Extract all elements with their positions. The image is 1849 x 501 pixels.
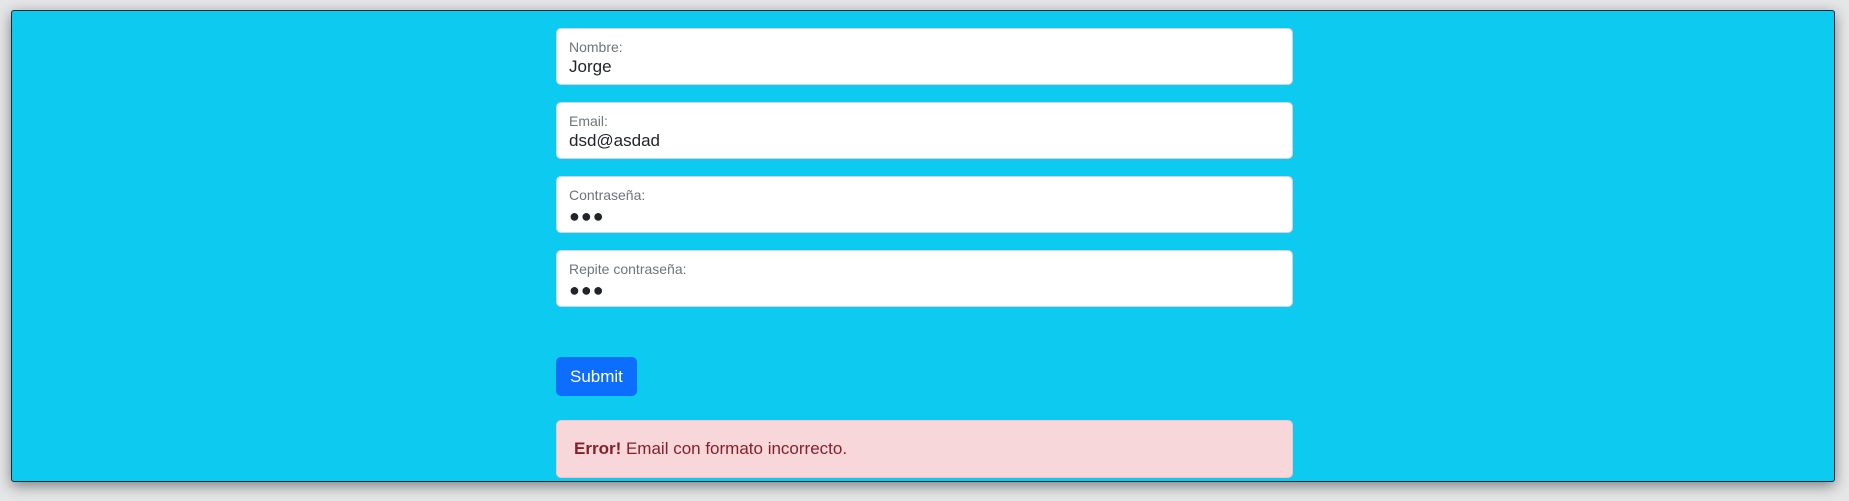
email-field-value[interactable]: dsd@asdad (569, 131, 1269, 151)
email-field[interactable]: Email: dsd@asdad (556, 102, 1293, 159)
repeat-password-field[interactable]: Repite contraseña: ●●● (556, 250, 1293, 307)
error-alert-prefix: Error! (574, 439, 622, 458)
app-window: Nombre: Jorge Email: dsd@asdad Contraseñ… (11, 10, 1835, 482)
name-field-label: Nombre: (569, 39, 623, 55)
email-field-label: Email: (569, 113, 608, 129)
registration-form: Nombre: Jorge Email: dsd@asdad Contraseñ… (556, 28, 1293, 478)
name-field[interactable]: Nombre: Jorge (556, 28, 1293, 85)
password-field-label: Contraseña: (569, 187, 646, 203)
name-field-value[interactable]: Jorge (569, 57, 1269, 77)
repeat-password-field-value[interactable]: ●●● (569, 280, 1269, 300)
submit-button[interactable]: Submit (556, 357, 637, 396)
password-field[interactable]: Contraseña: ●●● (556, 176, 1293, 233)
repeat-password-field-label: Repite contraseña: (569, 261, 687, 277)
password-field-value[interactable]: ●●● (569, 206, 1269, 226)
error-alert: Error! Email con formato incorrecto. (556, 420, 1293, 478)
error-alert-message: Email con formato incorrecto. (625, 439, 848, 458)
